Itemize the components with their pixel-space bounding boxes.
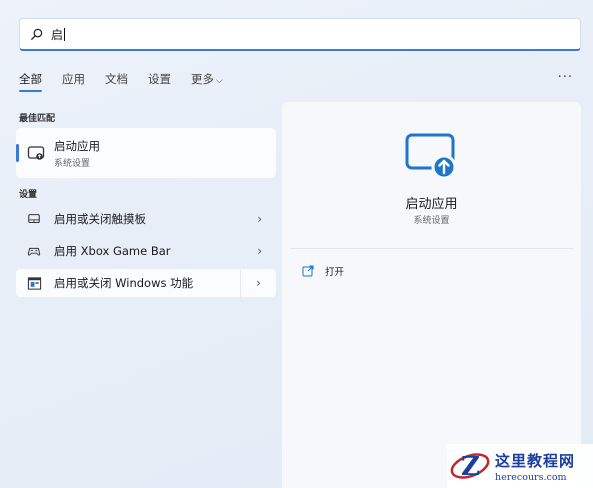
gamebar-icon (26, 243, 42, 259)
search-box[interactable]: 启 (19, 18, 581, 51)
open-action[interactable]: 打开 (302, 264, 344, 278)
ellipsis-icon[interactable]: ··· (558, 70, 573, 85)
detail-subtitle: 系统设置 (413, 216, 450, 226)
search-icon (30, 28, 43, 40)
detail-title: 启动应用 (405, 197, 458, 212)
settings-item-xbox-game-bar[interactable]: 启用 Xbox Game Bar › (16, 237, 276, 265)
open-external-icon (302, 265, 314, 277)
settings-item-label: 启用或关闭触摸板 (54, 212, 146, 226)
chevron-right-icon: › (257, 212, 262, 226)
text-caret (64, 27, 66, 41)
tab-more[interactable]: 更多 ⌵ (191, 71, 223, 87)
tab-apps[interactable]: 应用 (62, 71, 85, 87)
section-settings: 设置 (19, 190, 38, 200)
divider (290, 248, 573, 249)
startup-apps-large-icon (405, 133, 457, 180)
tab-more-label: 更多 (191, 72, 214, 86)
watermark-logo-icon: Z (450, 452, 490, 482)
settings-item-label: 启用 Xbox Game Bar (54, 244, 171, 258)
settings-item-windows-features[interactable]: 启用或关闭 Windows 功能 › (16, 269, 276, 297)
expand-chevron-button[interactable]: › (240, 269, 276, 297)
best-match-subtitle: 系统设置 (54, 158, 91, 169)
touchpad-icon (26, 211, 42, 227)
detail-panel: 启动应用 系统设置 打开 (282, 102, 581, 488)
open-action-label: 打开 (325, 267, 345, 278)
settings-item-label: 启用或关闭 Windows 功能 (54, 276, 194, 290)
tab-documents[interactable]: 文档 (105, 71, 128, 87)
startup-apps-icon (27, 146, 45, 160)
settings-item-touchpad[interactable]: 启用或关闭触摸板 › (16, 205, 276, 233)
section-best-match: 最佳匹配 (19, 114, 56, 124)
tab-settings[interactable]: 设置 (148, 71, 171, 87)
watermark-title: 这里教程网 (495, 451, 576, 470)
search-input[interactable]: 启 (51, 26, 63, 43)
watermark: Z 这里教程网 herecours.com (447, 444, 593, 488)
chevron-down-icon: ⌵ (216, 76, 223, 86)
windows-features-icon (26, 275, 42, 291)
selection-indicator (16, 144, 19, 162)
tab-all[interactable]: 全部 (19, 71, 42, 92)
svg-text:Z: Z (461, 452, 480, 482)
filter-tabs: 全部 应用 文档 设置 更多 ⌵ (19, 70, 243, 92)
best-match-title: 启动应用 (54, 138, 100, 153)
best-match-result[interactable]: 启动应用 系统设置 (16, 128, 276, 178)
chevron-right-icon: › (257, 244, 262, 258)
watermark-url: herecours.com (495, 471, 567, 483)
